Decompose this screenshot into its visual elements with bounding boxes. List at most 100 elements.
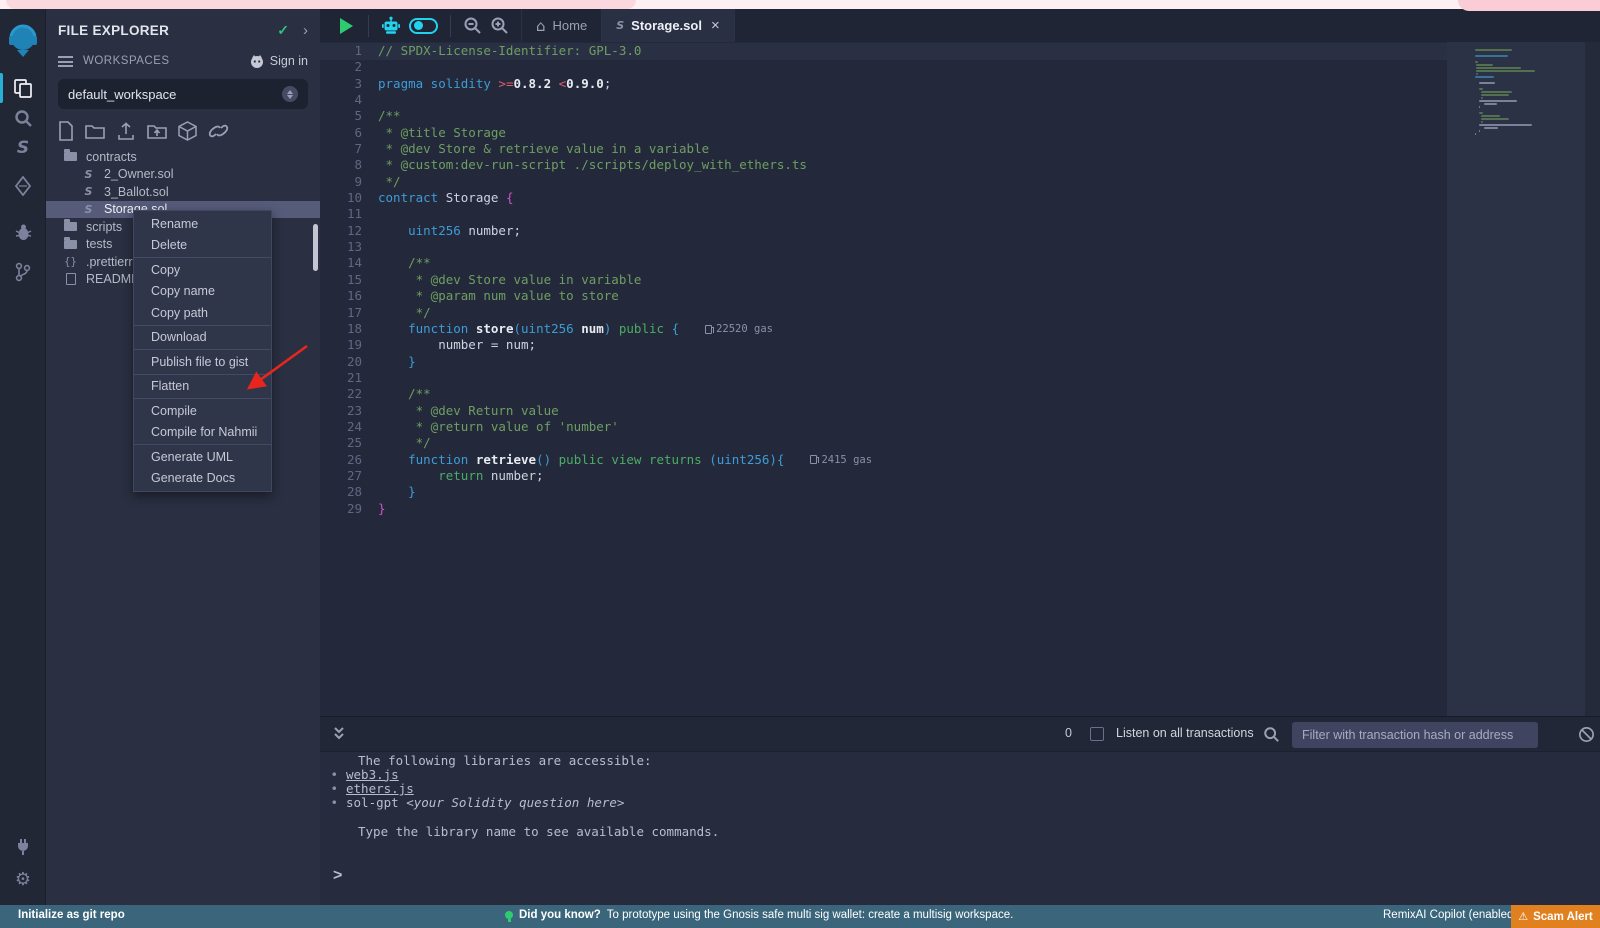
menu-item-delete[interactable]: Delete (134, 235, 271, 257)
close-tab-icon[interactable]: × (711, 17, 720, 34)
line-number: 4 (320, 92, 378, 108)
workspaces-row: WORKSPACES Sign in (58, 51, 308, 71)
upload-file-icon[interactable] (116, 121, 136, 141)
line-number: 22 (320, 386, 378, 402)
code-line-15: 15 * @dev Store value in variable (320, 272, 872, 288)
menu-separator (134, 398, 271, 399)
did-you-know-tip: Did you know? To prototype using the Gno… (505, 909, 1013, 921)
sidebar-item-deploy-run[interactable] (0, 169, 46, 203)
chevron-right-icon[interactable]: › (303, 22, 308, 39)
menu-separator (134, 444, 271, 445)
terminal-search-icon[interactable] (1263, 726, 1280, 743)
minimap-line (1476, 73, 1478, 75)
remixai-robot-icon[interactable] (381, 16, 401, 36)
line-number: 16 (320, 288, 378, 304)
minimap[interactable] (1475, 49, 1583, 139)
sidebar-item-plugin-manager[interactable] (0, 830, 46, 864)
editor-scrollbar-track[interactable] (1447, 42, 1585, 716)
listen-transactions-checkbox[interactable] (1090, 727, 1104, 741)
gas-pump-icon (705, 325, 712, 334)
scam-alert-label: Scam Alert (1533, 911, 1593, 923)
tree-item-label: 3_Ballot.sol (104, 185, 169, 199)
line-number: 12 (320, 223, 378, 239)
terminal-link[interactable]: web3.js (346, 767, 399, 782)
code-editor[interactable]: 1// SPDX-License-Identifier: GPL-3.023pr… (320, 42, 1600, 716)
run-script-button[interactable] (340, 18, 353, 34)
menu-item-compile-for-nahmii[interactable]: Compile for Nahmii (134, 422, 271, 444)
copilot-status[interactable]: RemixAI Copilot (enabled) (1383, 909, 1517, 921)
menu-item-publish-file-to-gist[interactable]: Publish file to gist (134, 351, 271, 373)
tree-item-2-owner-sol[interactable]: S2_Owner.sol (46, 166, 320, 184)
sidebar-item-solidity-compiler[interactable]: S (0, 131, 46, 165)
clear-console-icon[interactable] (1578, 726, 1595, 743)
terminal-prompt[interactable]: > (333, 867, 342, 885)
tab-storage-sol[interactable]: S Storage.sol × (602, 9, 735, 42)
line-number: 9 (320, 174, 378, 190)
sidebar-item-debugger[interactable] (0, 215, 46, 249)
scam-alert-button[interactable]: ⚠ Scam Alert (1511, 905, 1600, 928)
hamburger-menu-icon[interactable] (58, 56, 73, 67)
terminal-link[interactable]: ethers.js (346, 781, 414, 796)
line-number: 5 (320, 108, 378, 124)
line-number: 29 (320, 501, 378, 517)
menu-item-download[interactable]: Download (134, 327, 271, 349)
code-lines: 1// SPDX-License-Identifier: GPL-3.023pr… (320, 43, 872, 517)
line-number: 25 (320, 435, 378, 451)
copilot-toggle[interactable] (409, 18, 438, 34)
create-folder-icon[interactable] (85, 122, 105, 140)
folder-icon (63, 240, 78, 249)
menu-item-compile[interactable]: Compile (134, 400, 271, 422)
workspace-select[interactable]: default_workspace (58, 79, 308, 109)
remix-logo-icon[interactable] (0, 21, 46, 61)
code-line-18: 18 function store(uint256 num) public {2… (320, 321, 872, 337)
sidebar-item-file-explorer[interactable] (0, 71, 46, 105)
home-icon: ⌂ (536, 17, 546, 35)
link-icon[interactable] (208, 122, 229, 140)
file-explorer-header: FILE EXPLORER ✓ › (58, 19, 308, 41)
line-number: 17 (320, 305, 378, 321)
line-number: 23 (320, 403, 378, 419)
tip-title: Did you know? (519, 909, 601, 921)
tree-item-label: .prettierro (86, 255, 140, 269)
minimap-line (1479, 130, 1480, 132)
upload-folder-icon[interactable] (147, 122, 167, 140)
line-number: 20 (320, 354, 378, 370)
tree-item-3-ballot-sol[interactable]: S3_Ballot.sol (46, 183, 320, 201)
menu-item-copy-path[interactable]: Copy path (134, 302, 271, 324)
transaction-filter-input[interactable] (1292, 722, 1538, 748)
panel-scrollbar-thumb[interactable] (313, 224, 318, 271)
menu-item-generate-uml[interactable]: Generate UML (134, 446, 271, 468)
collapse-terminal-icon[interactable] (332, 726, 346, 742)
tree-item-label: scripts (86, 220, 122, 234)
tree-item-contracts[interactable]: contracts (46, 148, 320, 166)
line-number: 6 (320, 125, 378, 141)
folder-icon (63, 152, 78, 161)
tab-home[interactable]: ⌂ Home (521, 9, 602, 42)
minimap-line (1481, 91, 1513, 93)
sidebar-item-search[interactable] (0, 101, 46, 135)
init-git-repo-button[interactable]: Initialize as git repo (18, 909, 125, 921)
menu-item-generate-docs[interactable]: Generate Docs (134, 468, 271, 490)
menu-item-copy[interactable]: Copy (134, 259, 271, 281)
code-line-22: 22 /** (320, 386, 872, 402)
terminal-output[interactable]: The following libraries are accessible: •… (320, 753, 1600, 905)
lightbulb-icon (505, 911, 513, 919)
settings-icon[interactable]: ⚙ (0, 862, 46, 896)
sidebar-item-git[interactable] (0, 255, 46, 289)
terminal-line: •ethers.js (320, 781, 1600, 795)
file-icon (63, 273, 78, 285)
create-file-icon[interactable] (58, 121, 74, 141)
menu-item-rename[interactable]: Rename (134, 213, 271, 235)
gas-estimate-badge: 22520 gas (705, 321, 773, 337)
zoom-in-icon[interactable] (490, 16, 509, 35)
menu-item-copy-name[interactable]: Copy name (134, 281, 271, 303)
zoom-out-icon[interactable] (463, 16, 482, 35)
terminal-line: The following libraries are accessible: (320, 753, 1600, 767)
sign-in-button[interactable]: Sign in (249, 54, 308, 68)
code-line-26: 26 function retrieve() public view retur… (320, 452, 872, 468)
file-actions-toolbar (58, 119, 308, 143)
menu-item-flatten[interactable]: Flatten (134, 376, 271, 398)
ipfs-cube-icon[interactable] (178, 121, 197, 141)
minimap-line (1481, 115, 1501, 117)
panel-title: FILE EXPLORER (58, 23, 169, 38)
